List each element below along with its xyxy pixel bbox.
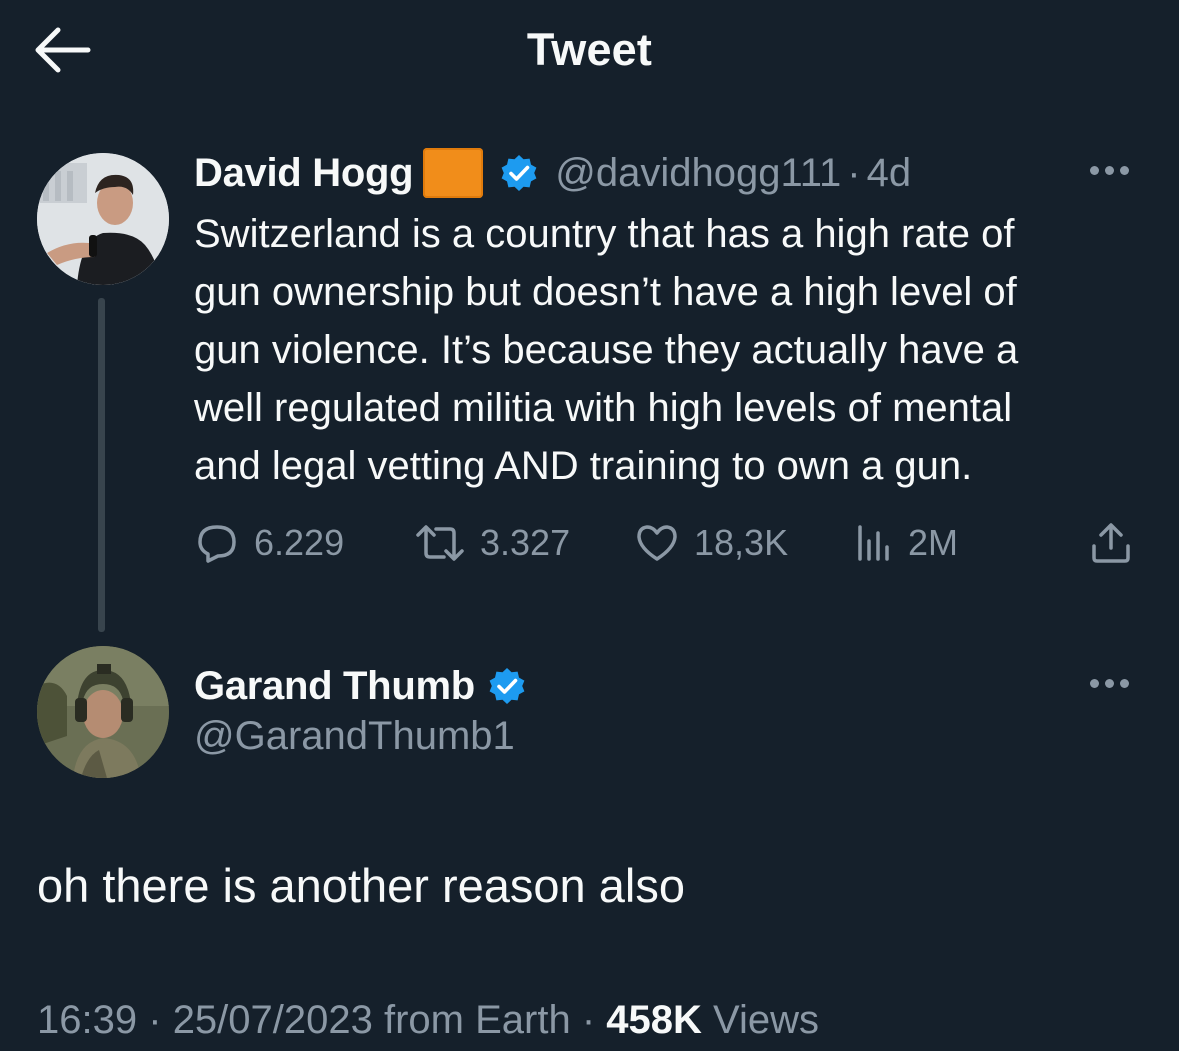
separator-dot: · xyxy=(148,998,162,1042)
timestamp-date[interactable]: 25/07/2023 from Earth xyxy=(173,998,571,1042)
like-button[interactable]: 18,3K xyxy=(634,518,788,568)
share-button[interactable] xyxy=(1088,518,1134,568)
reply-button[interactable]: 6.229 xyxy=(194,518,344,568)
more-dot xyxy=(1105,166,1114,175)
avatar-photo xyxy=(37,646,169,778)
share-upload-icon xyxy=(1092,523,1130,563)
retweet-button[interactable]: 3.327 xyxy=(414,518,570,568)
tweet-text-line: gun ownership but doesn’t have a high le… xyxy=(194,270,1017,314)
tweet-text-line: gun violence. It’s because they actually… xyxy=(194,328,1019,372)
separator-dot: · xyxy=(847,150,861,195)
verified-badge-icon[interactable] xyxy=(499,153,539,193)
timestamp-time[interactable]: 16:39 xyxy=(37,998,137,1042)
avatar[interactable] xyxy=(37,153,169,285)
tweet-time-ago[interactable]: 4d xyxy=(867,151,912,196)
separator-dot: · xyxy=(581,998,596,1042)
views-total[interactable]: 458K xyxy=(606,998,702,1042)
tweet-text-line: and legal vetting AND training to own a … xyxy=(194,444,973,488)
tweet-actions: 6.229 3.327 18,3K 2M xyxy=(194,518,1144,568)
views-label: Views xyxy=(713,998,820,1042)
page-title: Tweet xyxy=(526,24,653,75)
reply-author-row: Garand Thumb xyxy=(194,658,527,714)
like-count: 18,3K xyxy=(694,522,789,563)
more-horizontal-icon xyxy=(1090,679,1099,688)
author-handle[interactable]: @GarandThumb1 xyxy=(194,714,515,759)
retweet-count: 3.327 xyxy=(480,522,571,563)
views-count: 2M xyxy=(908,522,959,563)
more-dot xyxy=(1105,679,1114,688)
author-handle[interactable]: @davidhogg111 xyxy=(555,151,841,196)
tweet-metadata: 16:39 · 25/07/2023 from Earth · 458K Vie… xyxy=(37,998,819,1043)
avatar[interactable] xyxy=(37,646,169,778)
orange-square-emoji xyxy=(423,148,484,198)
reply-bubble-icon xyxy=(198,525,236,563)
tweet-text-line: Switzerland is a country that has a high… xyxy=(194,212,1015,256)
more-dot xyxy=(1120,679,1129,688)
reply-text: oh there is another reason also xyxy=(37,859,685,912)
reply-count: 6.229 xyxy=(254,522,345,563)
retweet-icon xyxy=(416,525,464,561)
author-name[interactable]: Garand Thumb xyxy=(194,664,475,709)
more-options-button[interactable] xyxy=(1090,162,1140,182)
more-options-button[interactable] xyxy=(1090,675,1140,695)
author-name[interactable]: David Hogg xyxy=(194,151,414,196)
tweet-text: Switzerland is a country that has a high… xyxy=(194,205,1154,495)
more-horizontal-icon xyxy=(1090,166,1099,175)
avatar-photo xyxy=(37,153,169,285)
more-dot xyxy=(1120,166,1129,175)
views-button[interactable]: 2M xyxy=(854,518,958,568)
bar-chart-icon xyxy=(858,525,889,561)
heart-icon xyxy=(637,525,677,561)
tweet-text-line: well regulated militia with high levels … xyxy=(194,386,1013,430)
verified-badge-icon[interactable] xyxy=(487,666,527,706)
tweet-author-row: David Hogg @davidhogg111 · 4d xyxy=(194,145,911,201)
thread-connector-line xyxy=(98,298,105,632)
top-bar: Tweet xyxy=(0,0,1179,100)
